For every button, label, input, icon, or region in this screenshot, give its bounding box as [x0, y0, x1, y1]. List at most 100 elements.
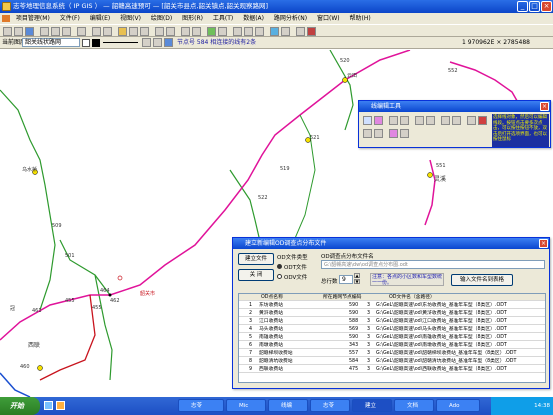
- map-label-521: 521: [310, 135, 320, 141]
- table-icon[interactable]: [118, 27, 127, 36]
- task-zhiling-2[interactable]: 志苓: [310, 399, 350, 412]
- menu-view[interactable]: 视图(V): [116, 13, 145, 24]
- table-row[interactable]: 3 江口收费站 588 3 G:\GeL\韶赣高速\od\江口收费站_基准年车型…: [239, 318, 545, 325]
- task-create[interactable]: 建立: [352, 399, 392, 412]
- table-row[interactable]: 4 马头收费站 569 3 G:\GeL\韶赣高速\od\马头收费站_基准年车型…: [239, 326, 545, 333]
- chart-icon[interactable]: [296, 27, 305, 36]
- join-icon[interactable]: [389, 129, 398, 138]
- split-line-icon[interactable]: [400, 116, 409, 125]
- reverse-line-icon[interactable]: [426, 116, 435, 125]
- odv-label: ODV文件: [284, 275, 308, 281]
- table-row[interactable]: 9 西联收费站 475 3 G:\GeL\韶赣高速\od\西联收费站_基准年车型…: [239, 366, 545, 373]
- cut-icon[interactable]: [40, 27, 49, 36]
- start-button[interactable]: 开始: [0, 397, 40, 415]
- table-row[interactable]: 1 东坊收费站 590 3 G:\GeL\韶赣高速\od\东坊收费站_基准年车型…: [239, 302, 545, 309]
- rows-up-icon[interactable]: ▲: [354, 273, 360, 278]
- menu-edit[interactable]: 编辑(E): [86, 13, 114, 24]
- menu-data[interactable]: 数据(A): [239, 13, 268, 24]
- row-node: 588: [349, 319, 359, 324]
- od-close-icon[interactable]: ×: [539, 239, 548, 248]
- menu-network[interactable]: 路网分析(N): [270, 13, 311, 24]
- snap-icon[interactable]: [142, 38, 151, 47]
- task-mic[interactable]: Mic: [226, 399, 266, 412]
- print-icon[interactable]: [77, 27, 86, 36]
- menu-graphic[interactable]: 图形(R): [178, 13, 207, 24]
- show-desktop-icon[interactable]: [44, 401, 53, 410]
- menu-project[interactable]: 项目管理(M): [12, 13, 54, 24]
- odv-radio[interactable]: [277, 274, 282, 279]
- info-icon[interactable]: [281, 27, 290, 36]
- redo-icon[interactable]: [103, 27, 112, 36]
- task-lineedit[interactable]: 线编: [268, 399, 308, 412]
- layer-icon[interactable]: [140, 27, 149, 36]
- line-style-sample[interactable]: [103, 42, 138, 43]
- zoom-out-icon[interactable]: [244, 27, 253, 36]
- layer-combo[interactable]: 韶关线状路网: [22, 38, 80, 47]
- total-rows-input[interactable]: 9: [339, 275, 353, 284]
- measure-icon[interactable]: [192, 27, 201, 36]
- quicklaunch-icon[interactable]: [56, 401, 65, 410]
- move-right-icon[interactable]: [374, 129, 383, 138]
- menu-file[interactable]: 文件(F): [56, 13, 84, 24]
- stop-icon[interactable]: [478, 116, 487, 125]
- task-document[interactable]: 文档: [394, 399, 434, 412]
- road-magenta-west: [0, 294, 110, 341]
- maximize-button[interactable]: □: [529, 1, 540, 12]
- menu-draw[interactable]: 绘图(D): [147, 13, 176, 24]
- zoom-in-icon[interactable]: [233, 27, 242, 36]
- paste-icon[interactable]: [62, 27, 71, 36]
- task-adobe[interactable]: Ado: [436, 399, 480, 412]
- table-row[interactable]: 7 韶赣梯坝收费站 557 3 G:\GeL\韶赣高速\od\韶赣梯坝收费站_基…: [239, 350, 545, 357]
- select-line-icon[interactable]: [363, 116, 372, 125]
- row-node: 557: [349, 351, 359, 356]
- copy-icon[interactable]: [51, 27, 60, 36]
- node-icon[interactable]: [164, 38, 173, 47]
- extend-line-icon[interactable]: [441, 116, 450, 125]
- merge-line-icon[interactable]: [415, 116, 424, 125]
- city-marker-xilian[interactable]: [37, 365, 43, 371]
- map-label-wushuiqiao: 乌水桥: [22, 167, 38, 173]
- menu-window[interactable]: 窗口(W): [313, 13, 344, 24]
- grid-icon[interactable]: [129, 27, 138, 36]
- table-row[interactable]: 5 南雄收费站 590 3 G:\GeL\韶赣高速\od\南雄收费站_基准年车型…: [239, 334, 545, 341]
- row-node: 475: [349, 367, 359, 372]
- undo-icon[interactable]: [92, 27, 101, 36]
- table-edit-icon[interactable]: [467, 116, 476, 125]
- add-node-icon[interactable]: [374, 116, 383, 125]
- break-icon[interactable]: [400, 129, 409, 138]
- create-file-button[interactable]: 建立文件: [238, 253, 274, 265]
- fill-color-swatch[interactable]: [82, 39, 90, 47]
- task-zhiling-1[interactable]: 志苓: [178, 399, 224, 412]
- label-icon[interactable]: [153, 38, 162, 47]
- move-left-icon[interactable]: [363, 129, 372, 138]
- city-marker-lingxi[interactable]: [427, 172, 433, 178]
- open-icon[interactable]: [14, 27, 23, 36]
- pan-icon[interactable]: [181, 27, 190, 36]
- rows-down-icon[interactable]: ▼: [354, 279, 360, 284]
- zoom-full-icon[interactable]: [207, 27, 216, 36]
- refresh-icon[interactable]: [218, 27, 227, 36]
- close-button[interactable]: ×: [541, 1, 552, 12]
- table-row[interactable]: 2 黄浒收费站 590 3 G:\GeL\韶赣高速\od\黄浒收费站_基准年车型…: [239, 310, 545, 317]
- import-filename-button[interactable]: 输入文件名到表格: [451, 274, 513, 286]
- trim-line-icon[interactable]: [452, 116, 461, 125]
- globe-icon[interactable]: [270, 27, 279, 36]
- line-color-swatch[interactable]: [92, 39, 100, 47]
- zoom-window-icon[interactable]: [255, 27, 264, 36]
- new-icon[interactable]: [3, 27, 12, 36]
- delete-node-icon[interactable]: [389, 116, 398, 125]
- city-marker-shaoguan[interactable]: [117, 275, 123, 281]
- table-row[interactable]: 6 南墩收费站 343 3 G:\GeL\韶赣高速\od\南墩收费站_基准年车型…: [239, 342, 545, 349]
- odt-radio[interactable]: [277, 264, 282, 269]
- close-button-od[interactable]: 关 闭: [238, 269, 274, 281]
- help-icon[interactable]: [307, 27, 316, 36]
- menu-tools[interactable]: 工具(T): [209, 13, 237, 24]
- minimize-button[interactable]: _: [517, 1, 528, 12]
- menu-help[interactable]: 帮助(H): [346, 13, 375, 24]
- select-icon[interactable]: [166, 27, 175, 36]
- line-edit-close-button[interactable]: ×: [540, 102, 549, 111]
- table-row[interactable]: 8 韶赣清坑收费站 584 3 G:\GeL\韶赣高速\od\韶赣清坑收费站_基…: [239, 358, 545, 365]
- pointer-icon[interactable]: [155, 27, 164, 36]
- od-filename-input[interactable]: G:\韶赣高速\dw\od调查点分布图.odt: [321, 260, 545, 269]
- save-icon[interactable]: [25, 27, 34, 36]
